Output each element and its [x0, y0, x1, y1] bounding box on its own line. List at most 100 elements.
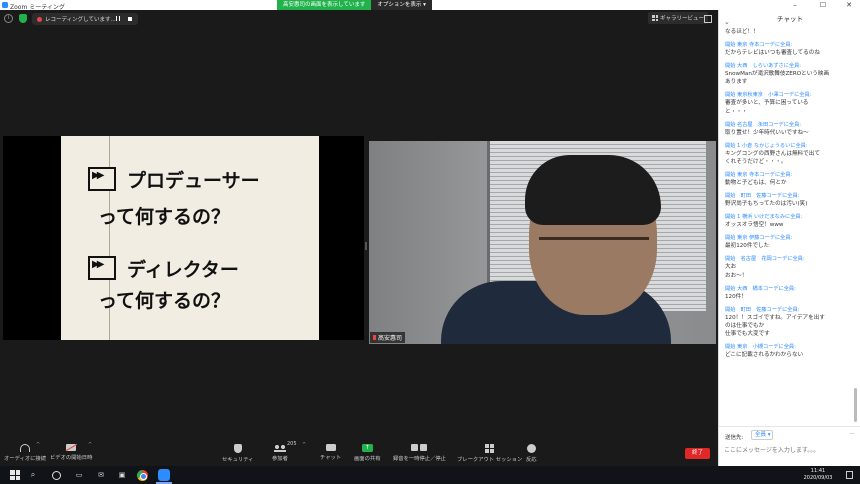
security-button[interactable]: セキュリティ [222, 444, 253, 463]
person-hair [525, 155, 661, 225]
meeting-info-icon[interactable]: i [4, 14, 13, 23]
more-options-icon[interactable]: ··· [849, 431, 855, 438]
zoom-taskbar-icon[interactable] [158, 469, 170, 481]
grid-icon [652, 15, 658, 21]
chat-message-sender[interactable]: 開始 町田 佐藤コーデに全員: [725, 306, 849, 314]
meeting-status-icons: i [4, 14, 27, 23]
chat-message-text: だからテレビはいつも審査してるのね [725, 50, 820, 56]
pause-recording-icon[interactable] [116, 16, 120, 21]
share-screen-button[interactable]: ↑ 画面の共有 [354, 444, 381, 462]
chat-message-sender[interactable]: 開始 1 小倉 なかじょうるいに全員: [725, 142, 849, 150]
fullscreen-icon[interactable] [704, 15, 712, 23]
slide-sub-producer: って何するの？ [98, 206, 231, 228]
chat-message-text: おお〜！ [725, 272, 748, 279]
meeting-area: i レコーディングしています... ギャラリービュー プロデューサー って何する… [0, 10, 718, 438]
slide-heading-producer: プロデューサー [127, 170, 260, 192]
end-meeting-button[interactable]: 終了 [685, 448, 710, 459]
participants-icon [273, 444, 286, 452]
chat-message-text: 取り置せ！少年時代いいですね〜 [725, 129, 809, 136]
chat-input[interactable] [724, 444, 854, 456]
headset-icon [20, 444, 30, 452]
chat-message-sender[interactable]: 開始 大西 橋本コーデに全員: [725, 285, 849, 293]
chat-message-text: どこに記載されるかわからない [725, 352, 804, 359]
participant-count: 205 [287, 441, 297, 447]
stop-recording-icon[interactable] [127, 16, 132, 21]
share-screen-label: 画面の共有 [354, 456, 381, 462]
gallery-view-label: ギャラリービュー [660, 16, 705, 22]
chat-message-text: 120！！スゴイですね。アイデアを出す [725, 314, 825, 321]
chat-message: 開始 町田 佐藤コーデに全員: 野沢尚子もちってたのは汚い(笑) [725, 192, 849, 208]
system-clock[interactable]: 11:41 2020/09/03 [797, 468, 839, 482]
chat-message-sender[interactable]: 開始 名古屋 花岡コーデに全員: [725, 255, 849, 263]
chrome-icon[interactable] [137, 469, 148, 481]
muted-mic-icon [373, 335, 376, 340]
chat-message-list[interactable]: なるほど！！ 開始 東京 寺本コーデに全員: だからテレビはいつも審査してるのね 開始… [725, 28, 849, 416]
chat-message-sender[interactable]: 開始 町田 佐藤コーデに全員: [725, 192, 849, 200]
chat-message: なるほど！！ [725, 28, 849, 36]
notification-icon[interactable] [846, 471, 853, 479]
chat-message: 開始 1 小倉 なかじょうるいに全員: キングコングの西野さんは無料で出て くれそう… [725, 142, 849, 167]
mail-icon[interactable]: ✉ [95, 469, 107, 481]
participant-video: 髙安惠司 [369, 141, 716, 344]
chat-button[interactable]: チャット [320, 444, 341, 461]
chat-message-sender[interactable]: 開始 東京 寺本コーデに全員: [725, 41, 849, 49]
recipient-select[interactable]: 全員 ▾ [751, 430, 773, 440]
chat-message-sender[interactable]: 開始 大西 しらいあずさに全員: [725, 62, 849, 70]
share-status-label: 髙安惠司の画面を表示しています [277, 0, 372, 10]
chat-title: チャット [777, 15, 803, 23]
view-options-button[interactable]: オプションを表示 ▾ [371, 0, 432, 10]
chat-message-sender[interactable]: 開始 東京 伊藤コーデに全員: [725, 234, 849, 242]
breakout-label: ブレークアウト セッション [457, 457, 523, 463]
chat-message-text: SnowManが滝沢歌舞伎ZEROという映画 [725, 71, 830, 77]
chat-message: 開始 名古屋 永田コーデに全員: 取り置せ！少年時代いいですね〜 [725, 121, 849, 137]
splitter-handle[interactable] [365, 242, 367, 250]
chat-message-sender[interactable]: 開始 東京秋東京 小澤コーデに全員: [725, 91, 849, 99]
security-label: セキュリティ [222, 457, 254, 463]
chat-message-sender[interactable]: 開始 名古屋 永田コーデに全員: [725, 121, 849, 129]
participants-button[interactable]: 参加者 [272, 444, 288, 462]
chat-message-sender[interactable]: 開始 東京 寺本コーデに全員: [725, 171, 849, 179]
breakout-rooms-button[interactable]: ブレークアウト セッション [457, 444, 522, 463]
chat-message: 開始 東京 伊藤コーデに全員: 最初120件でした [725, 234, 849, 250]
zoom-app: Zoom ミーティング – ☐ ✕ 髙安惠司の画面を表示しています オプションを… [0, 0, 860, 484]
gallery-view-button[interactable]: ギャラリービュー [648, 12, 709, 24]
chat-message-text: 野沢尚子もちってたのは汚い(笑) [725, 201, 808, 208]
chat-message-text: あります [725, 79, 748, 86]
audio-options-caret[interactable]: ^ [36, 442, 40, 448]
chat-message-text: オッスオラ悟空！www [725, 222, 784, 229]
video-options-caret[interactable]: ^ [88, 442, 92, 448]
search-icon[interactable]: ⌕ [27, 469, 39, 481]
close-window-button[interactable]: ✕ [838, 0, 860, 10]
maximize-button[interactable]: ☐ [812, 0, 834, 10]
task-view-icon[interactable] [52, 471, 61, 480]
chat-message: 開始 東京 小槻コーデに全員: どこに記載されるかわからない [725, 343, 849, 359]
smiley-icon [526, 444, 536, 453]
explorer-folder-icon[interactable]: ▭ [73, 469, 85, 481]
share-arrow-icon: ↑ [361, 444, 373, 452]
reactions-button[interactable]: 反応 [526, 444, 537, 463]
recording-label: レコーディングしています... [45, 17, 116, 23]
encryption-shield-icon[interactable] [19, 14, 27, 23]
minimize-button[interactable]: – [784, 0, 806, 10]
start-video-button[interactable]: ビデオの開始日時 [50, 444, 92, 461]
record-control-button[interactable]: 録音を一時停止／停止 [393, 444, 446, 462]
windows-start-icon[interactable] [10, 470, 20, 480]
glasses [539, 237, 649, 263]
screen-share-banner: 髙安惠司の画面を表示しています オプションを表示 ▾ [277, 0, 432, 10]
chat-message: 開始 大西 しらいあずさに全員: SnowManが滝沢歌舞伎ZEROという映画 あり… [725, 62, 849, 87]
store-icon[interactable]: ▣ [116, 469, 128, 481]
participants-label: 参加者 [272, 456, 288, 462]
slide-sub-director: って何するの？ [98, 290, 231, 312]
clock-time: 11:41 [810, 468, 826, 474]
chat-message-text: 仕事でも大変です [725, 331, 770, 338]
chat-message-text: キングコングの西野さんは無料で出て [725, 150, 820, 157]
chat-scrollbar[interactable] [854, 388, 857, 422]
chat-message-sender[interactable]: 開始 東京 小槻コーデに全員: [725, 343, 849, 351]
chat-message: 開始 東京秋東京 小澤コーデに全員: 審査が多いと、予算に困っている と・・・ [725, 91, 849, 116]
chat-message-text: 最初120件でした [725, 243, 770, 250]
slide: プロデューサー って何するの？ ディレクター って何するの？ [61, 136, 319, 340]
chat-message: 開始 町田 佐藤コーデに全員: 120！！スゴイですね。アイデアを出す のは仕事でも… [725, 306, 849, 339]
participants-options-caret[interactable]: ^ [302, 442, 306, 448]
chat-message-sender[interactable]: 開始 1 横浜 いけだまなみに全員: [725, 213, 849, 221]
chat-message: 開始 1 横浜 いけだまなみに全員: オッスオラ悟空！www [725, 213, 849, 229]
